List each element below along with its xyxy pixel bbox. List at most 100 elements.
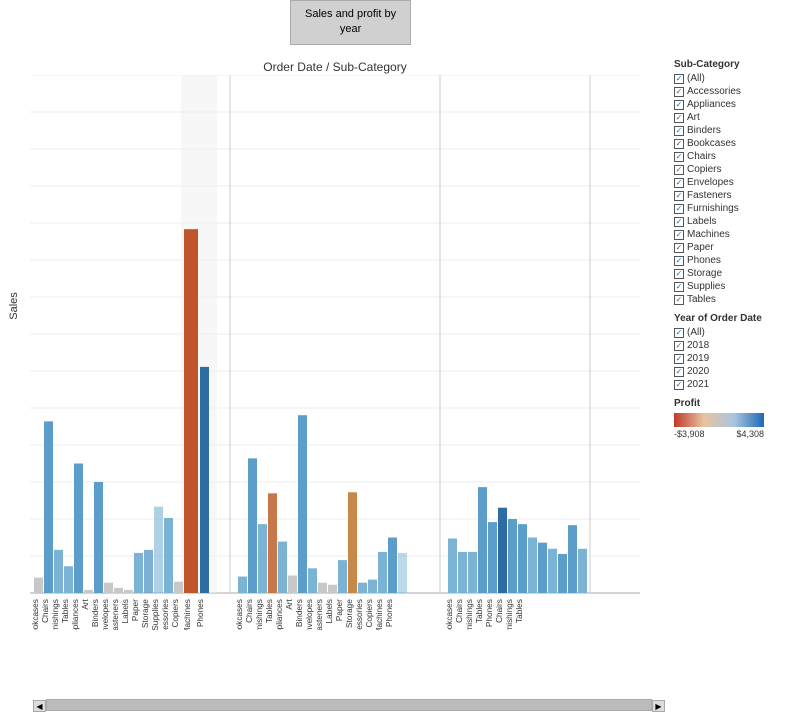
legend-checkbox[interactable]: ✓ [674, 178, 684, 188]
svg-text:Storage: Storage [141, 599, 150, 628]
legend-checkbox[interactable]: ✓ [674, 295, 684, 305]
legend-item-appliances[interactable]: ✓Appliances [674, 99, 796, 110]
chart-svg: 0K 2K 4K 6K 8K 10K 12K 14K 16K 18K 20K 2… [30, 75, 640, 630]
y-axis-label: Sales [8, 292, 20, 320]
svg-text:Tables: Tables [515, 599, 524, 623]
svg-text:Fasteners: Fasteners [111, 599, 120, 630]
profit-min: -$3,908 [674, 429, 705, 439]
svg-text:Tables: Tables [265, 599, 274, 623]
legend-checkbox[interactable]: ✓ [674, 230, 684, 240]
legend-item-phones[interactable]: ✓Phones [674, 255, 796, 266]
legend-checkbox[interactable]: ✓ [674, 152, 684, 162]
legend-item-supplies[interactable]: ✓Supplies [674, 281, 796, 292]
year-checkbox[interactable]: ✓ [674, 328, 684, 338]
scrollbar-thumb[interactable] [47, 700, 651, 710]
svg-text:Storage: Storage [345, 599, 354, 628]
legend-checkbox[interactable]: ✓ [674, 191, 684, 201]
year-checkbox[interactable]: ✓ [674, 380, 684, 390]
svg-text:Art: Art [285, 598, 294, 609]
svg-text:Chairs: Chairs [41, 599, 50, 623]
horizontal-scrollbar[interactable]: ◀ ▶ [46, 699, 652, 711]
year-legend-item-2020[interactable]: ✓2020 [674, 366, 796, 377]
svg-text:Copiers: Copiers [171, 599, 180, 627]
legend-item-machines[interactable]: ✓Machines [674, 229, 796, 240]
year-legend: ✓(All) ✓2018 ✓2019 ✓2020 ✓2021 [674, 327, 796, 390]
year-checkbox[interactable]: ✓ [674, 354, 684, 364]
svg-text:Envelopes: Envelopes [305, 599, 314, 630]
svg-text:Phones: Phones [485, 599, 494, 627]
svg-text:Bookcases: Bookcases [235, 599, 244, 630]
legend-checkbox[interactable]: ✓ [674, 256, 684, 266]
year-legend-item-2018[interactable]: ✓2018 [674, 340, 796, 351]
svg-text:Bookcases: Bookcases [445, 599, 454, 630]
tooltip-line2: year [340, 23, 361, 35]
legend-item-fasteners[interactable]: ✓Fasteners [674, 190, 796, 201]
legend-item-accessories[interactable]: ✓Accessories [674, 86, 796, 97]
legend-item-furnishings[interactable]: ✓Furnishings [674, 203, 796, 214]
legend-item-storage[interactable]: ✓Storage [674, 268, 796, 279]
svg-text:Chairs: Chairs [245, 599, 254, 623]
svg-text:Chairs: Chairs [455, 599, 464, 623]
legend-checkbox[interactable]: ✓ [674, 217, 684, 227]
svg-text:Furnishings: Furnishings [505, 599, 514, 630]
tooltip-line1: Sales and profit by [305, 8, 396, 20]
legend-item-chairs[interactable]: ✓Chairs [674, 151, 796, 162]
legend-checkbox[interactable]: ✓ [674, 269, 684, 279]
svg-text:Copiers: Copiers [365, 599, 374, 627]
svg-text:Appliances: Appliances [275, 599, 284, 630]
legend-checkbox[interactable]: ✓ [674, 139, 684, 149]
scroll-right-button[interactable]: ▶ [652, 700, 665, 712]
svg-text:Fasteners: Fasteners [315, 599, 324, 630]
svg-text:Tables: Tables [475, 599, 484, 623]
svg-text:Machines: Machines [183, 599, 192, 630]
legend-checkbox[interactable]: ✓ [674, 74, 684, 84]
year-legend-item-(All)[interactable]: ✓(All) [674, 327, 796, 338]
legend-item-bookcases[interactable]: ✓Bookcases [674, 138, 796, 149]
chart-title: Order Date / Sub-Category [15, 60, 655, 74]
svg-text:Phones: Phones [385, 599, 394, 627]
legend-item-labels[interactable]: ✓Labels [674, 216, 796, 227]
svg-text:Envelopes: Envelopes [101, 599, 110, 630]
legend-item-envelopes[interactable]: ✓Envelopes [674, 177, 796, 188]
year-legend-item-2019[interactable]: ✓2019 [674, 353, 796, 364]
year-checkbox[interactable]: ✓ [674, 367, 684, 377]
svg-text:Tables: Tables [61, 599, 70, 623]
legend-panel: Sub-Category ✓(All) ✓Accessories ✓Applianc… [670, 55, 800, 695]
svg-text:Furnishings: Furnishings [465, 599, 474, 630]
svg-text:Binders: Binders [295, 599, 304, 627]
legend-sub-category-title: Sub-Category [674, 59, 796, 70]
svg-text:Machines: Machines [375, 599, 384, 630]
legend-checkbox[interactable]: ✓ [674, 204, 684, 214]
year-checkbox[interactable]: ✓ [674, 341, 684, 351]
svg-text:Art: Art [81, 598, 90, 609]
legend-checkbox[interactable]: ✓ [674, 126, 684, 136]
svg-text:Paper: Paper [335, 599, 344, 621]
legend-item-tables[interactable]: ✓Tables [674, 294, 796, 305]
svg-text:Chairs: Chairs [495, 599, 504, 623]
legend-item--all-[interactable]: ✓(All) [674, 73, 796, 84]
svg-text:Accessories: Accessories [355, 599, 364, 630]
profit-gradient [674, 413, 764, 427]
svg-text:Furnishings: Furnishings [255, 599, 264, 630]
svg-text:Appliances: Appliances [71, 599, 80, 630]
legend-checkbox[interactable]: ✓ [674, 87, 684, 97]
year-legend-item-2021[interactable]: ✓2021 [674, 379, 796, 390]
profit-labels: -$3,908 $4,308 [674, 429, 764, 439]
legend-item-art[interactable]: ✓Art [674, 112, 796, 123]
svg-text:Paper: Paper [131, 599, 140, 621]
scroll-left-button[interactable]: ◀ [33, 700, 46, 712]
svg-text:Bookcases: Bookcases [31, 599, 40, 630]
sub-category-legend: ✓(All) ✓Accessories ✓Appliances ✓Art ✓Binder… [674, 73, 796, 305]
svg-text:Phones: Phones [196, 599, 205, 627]
legend-checkbox[interactable]: ✓ [674, 243, 684, 253]
legend-item-paper[interactable]: ✓Paper [674, 242, 796, 253]
legend-checkbox[interactable]: ✓ [674, 113, 684, 123]
legend-profit-title: Profit [674, 398, 796, 409]
legend-item-binders[interactable]: ✓Binders [674, 125, 796, 136]
legend-checkbox[interactable]: ✓ [674, 282, 684, 292]
legend-checkbox[interactable]: ✓ [674, 100, 684, 110]
svg-text:Labels: Labels [325, 599, 334, 623]
legend-checkbox[interactable]: ✓ [674, 165, 684, 175]
legend-item-copiers[interactable]: ✓Copiers [674, 164, 796, 175]
svg-text:Supplies: Supplies [151, 599, 160, 630]
